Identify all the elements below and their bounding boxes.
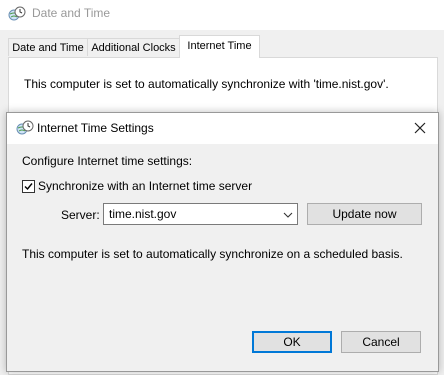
server-value: time.nist.gov <box>109 207 177 221</box>
tab-internet-time[interactable]: Internet Time <box>179 35 260 58</box>
sync-checkbox-label[interactable]: Synchronize with an Internet time server <box>38 179 252 193</box>
ok-button[interactable]: OK <box>252 331 332 353</box>
date-and-time-titlebar: Date and Time <box>0 0 444 30</box>
internet-time-settings-dialog: Internet Time Settings Configure Interne… <box>6 112 439 372</box>
tab-additional-clocks[interactable]: Additional Clocks <box>87 38 180 56</box>
tab-strip: Date and Time Additional Clocks Internet… <box>0 30 444 58</box>
cancel-button[interactable]: Cancel <box>341 331 421 353</box>
clock-globe-icon <box>16 120 34 136</box>
screen: Date and Time Date and Time Additional C… <box>0 0 444 375</box>
schedule-status-text: This computer is set to automatically sy… <box>22 247 403 261</box>
checkmark-icon <box>24 183 33 191</box>
configure-label: Configure Internet time settings: <box>22 154 193 168</box>
tab-date-and-time[interactable]: Date and Time <box>8 38 88 56</box>
server-combobox[interactable]: time.nist.gov <box>103 203 298 225</box>
update-now-button[interactable]: Update now <box>307 203 422 225</box>
dialog-titlebar[interactable]: Internet Time Settings <box>7 113 438 144</box>
chevron-down-icon[interactable] <box>283 209 293 219</box>
clock-globe-icon <box>8 6 26 22</box>
sync-status-text: This computer is set to automatically sy… <box>24 77 389 91</box>
dialog-title: Internet Time Settings <box>37 121 154 135</box>
sync-checkbox[interactable] <box>22 180 35 193</box>
window-title: Date and Time <box>32 6 111 20</box>
close-icon[interactable] <box>403 113 437 144</box>
server-label: Server: <box>61 208 100 222</box>
